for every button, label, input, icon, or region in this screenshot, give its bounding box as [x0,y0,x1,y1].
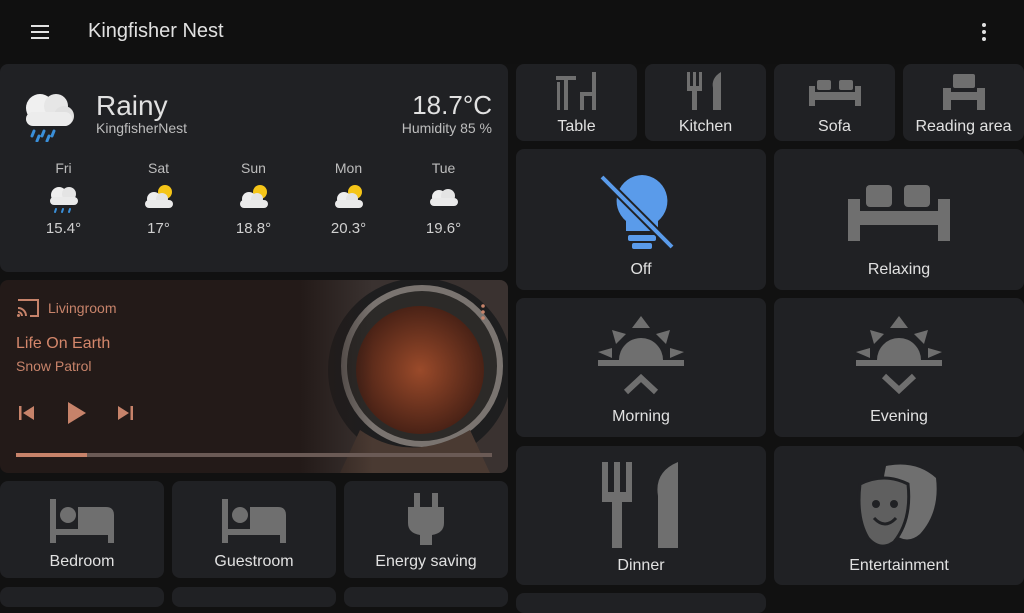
lightbulb-off-icon [599,174,675,250]
play-icon[interactable] [66,400,88,431]
cloudy-icon [429,189,458,206]
tile-partial[interactable] [516,593,766,613]
silverware-icon [602,462,678,548]
tile-energy-saving[interactable]: Energy saving [344,481,508,578]
sofa-icon [848,185,950,241]
tile-dinner[interactable]: Dinner [516,446,766,585]
tile-bedroom[interactable]: Bedroom [0,481,164,578]
forecast-day: Fri 15.4° [16,160,111,237]
power-plug-icon [408,493,444,545]
tile-reading-area[interactable]: Reading area [903,64,1024,141]
dots-vertical-icon[interactable] [970,18,998,46]
media-source: Livingroom [48,300,117,316]
tile-table[interactable]: Table [516,64,637,141]
tile-kitchen[interactable]: Kitchen [645,64,766,141]
forecast-temp: 15.4° [45,220,82,237]
weather-temperature: 18.7°C [412,90,492,120]
sunrise-icon [598,316,684,395]
media-more-icon[interactable] [480,304,486,325]
table-chair-icon [556,72,596,110]
tile-entertainment-label: Entertainment [849,557,949,574]
tile-partial[interactable] [0,587,164,607]
tile-kitchen-label: Kitchen [678,118,733,135]
forecast-day-label: Mon [334,160,363,176]
skip-next-icon[interactable] [116,404,134,427]
media-title: Life On Earth [16,335,111,352]
forecast-day: Sat 17° [111,160,206,237]
partly-cloudy-icon [144,185,173,208]
hamburger-icon[interactable] [20,20,60,44]
tile-evening[interactable]: Evening [774,298,1024,437]
weather-condition: Rainy [96,90,168,121]
forecast-day: Tue 19.6° [396,160,491,237]
partly-cloudy-icon [239,185,268,208]
tile-reading-area-label: Reading area [915,118,1012,135]
weather-location: KingfisherNest [96,120,188,136]
forecast-day-label: Sun [241,160,266,176]
forecast-day: Sun 18.8° [206,160,301,237]
bed-icon [222,499,286,543]
media-progress-fill [16,453,88,457]
forecast-temp: 20.3° [330,220,367,237]
armchair-icon [943,74,985,110]
top-app-bar: Kingfisher Nest [0,0,1024,64]
tile-sofa-label: Sofa [818,118,851,135]
forecast-temp: 18.8° [235,220,272,237]
tile-energy-saving-label: Energy saving [375,553,477,570]
album-art [300,280,508,473]
forecast-row: Fri 15.4° Sat 17° Sun 18.8° Mon 20.3° Tu… [16,160,492,237]
tile-light-label: Off [630,261,652,278]
forecast-day-label: Sat [147,160,169,176]
sofa-icon [809,80,861,106]
tile-morning-label: Morning [612,408,670,425]
page-title: Kingfisher Nest [88,20,224,42]
skip-previous-icon[interactable] [18,404,36,427]
tile-evening-label: Evening [870,408,928,425]
media-progress-bar[interactable] [16,453,492,457]
tile-table-label: Table [557,118,596,135]
bed-icon [50,499,114,543]
weather-humidity: Humidity 85 % [401,120,492,136]
media-player-card[interactable]: Livingroom Life On Earth Snow Patrol [0,280,508,473]
drama-masks-icon [857,464,937,548]
media-artist: Snow Patrol [16,358,92,374]
tile-guestroom-label: Guestroom [214,553,294,570]
rainy-icon [26,94,74,142]
forecast-temp: 19.6° [425,220,462,237]
tile-sofa[interactable]: Sofa [774,64,895,141]
forecast-temp: 17° [147,220,170,237]
rainy-icon [49,187,78,213]
sunset-icon [856,316,942,395]
forecast-day: Mon 20.3° [301,160,396,237]
tile-bedroom-label: Bedroom [49,553,115,570]
tile-partial[interactable] [172,587,336,607]
cast-icon [17,299,39,317]
tile-relaxing[interactable]: Relaxing [774,149,1024,290]
tile-relaxing-label: Relaxing [867,261,931,278]
partly-cloudy-icon [334,185,363,208]
forecast-day-label: Fri [55,160,72,176]
tile-partial[interactable] [344,587,508,607]
tile-morning[interactable]: Morning [516,298,766,437]
tile-guestroom[interactable]: Guestroom [172,481,336,578]
tile-dinner-label: Dinner [617,557,665,574]
silverware-icon [687,72,721,110]
tile-entertainment[interactable]: Entertainment [774,446,1024,585]
forecast-day-label: Tue [431,160,456,176]
weather-card[interactable]: Rainy KingfisherNest 18.7°C Humidity 85 … [0,64,508,272]
tile-light-toggle[interactable]: Off [516,149,766,290]
